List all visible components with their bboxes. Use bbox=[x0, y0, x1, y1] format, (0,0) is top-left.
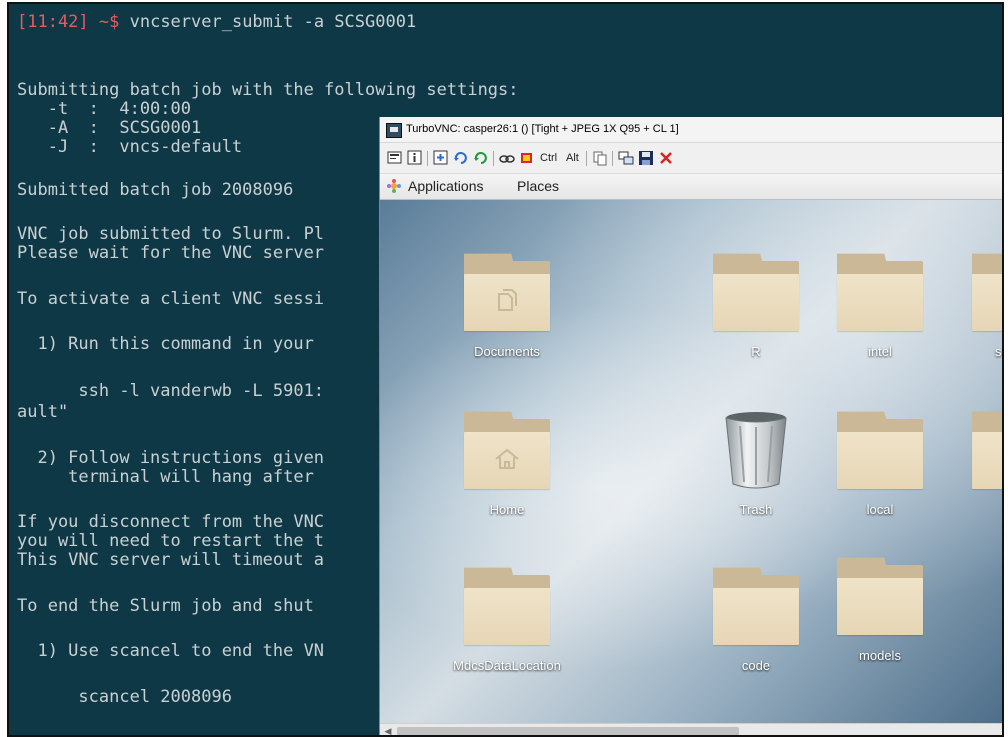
folder-icon bbox=[464, 410, 550, 489]
desktop-icon-label: local bbox=[866, 502, 894, 517]
folder-icon bbox=[713, 566, 799, 645]
folder-icon bbox=[837, 252, 923, 331]
terminal-line: scancel 2008096 bbox=[17, 687, 232, 707]
terminal-line: terminal will hang after bbox=[17, 467, 325, 487]
window-title: TurboVNC: casper26:1 () [Tight + JPEG 1X… bbox=[406, 123, 679, 135]
remote-desktop[interactable]: Documents R intel s Home Trash local Mdc… bbox=[380, 200, 1002, 723]
desktop-icon-mdcsdatalocation[interactable]: MdcsDataLocation bbox=[432, 566, 582, 673]
folder-icon bbox=[837, 410, 923, 489]
terminal-line: ault" bbox=[17, 402, 69, 422]
desktop-icon-label: Documents bbox=[474, 344, 540, 359]
turbovnc-app-icon bbox=[386, 123, 402, 138]
fullscreen-icon[interactable] bbox=[433, 150, 449, 166]
vnc-titlebar[interactable]: TurboVNC: casper26:1 () [Tight + JPEG 1X… bbox=[380, 117, 1002, 143]
screenshot-frame: [11:42] ~$ vncserver_submit -a SCSG0001 … bbox=[7, 2, 1004, 737]
home-emblem-icon bbox=[492, 444, 522, 474]
desktop-icon-models[interactable]: models bbox=[805, 556, 955, 663]
desktop-icon-label: Home bbox=[489, 502, 525, 517]
connection-info-icon[interactable] bbox=[407, 150, 423, 166]
scrollbar-thumb[interactable] bbox=[397, 727, 739, 735]
vnc-viewer-window[interactable]: TurboVNC: casper26:1 () [Tight + JPEG 1X… bbox=[380, 117, 1002, 735]
folder-icon bbox=[972, 252, 1002, 331]
folder-icon bbox=[464, 566, 550, 645]
prompt-cwd: ~$ bbox=[88, 12, 130, 32]
folder-icon bbox=[972, 410, 1002, 489]
save-connection-icon[interactable] bbox=[638, 150, 654, 166]
folder-icon bbox=[713, 252, 799, 331]
documents-emblem-icon bbox=[492, 286, 522, 316]
places-menu[interactable]: Places bbox=[517, 178, 559, 194]
terminal-line: 2) Follow instructions given bbox=[17, 448, 325, 468]
folder-icon bbox=[464, 252, 550, 331]
desktop-icon-home[interactable]: Home bbox=[432, 410, 582, 517]
alt-key-button[interactable]: Alt bbox=[566, 150, 579, 166]
terminal-line: VNC job submitted to Slurm. Pl bbox=[17, 224, 325, 244]
applications-icon bbox=[387, 179, 401, 193]
desktop-icon-s[interactable]: s bbox=[930, 252, 1002, 359]
ctrl-alt-del-icon[interactable] bbox=[499, 150, 515, 166]
terminal-line: -t : 4:00:00 bbox=[17, 99, 191, 119]
terminal-line: This VNC server will timeout a bbox=[17, 550, 325, 570]
prompt-command: vncserver_submit -a SCSG0001 bbox=[129, 12, 417, 32]
applications-menu-label: Applications bbox=[408, 178, 484, 194]
desktop-icon-folder[interactable] bbox=[930, 410, 1002, 502]
toolbar-separator bbox=[612, 151, 613, 166]
folder-icon bbox=[837, 556, 923, 635]
prompt-time: [11:42] bbox=[17, 12, 89, 32]
trash-icon bbox=[713, 410, 799, 489]
toolbar-separator bbox=[586, 151, 587, 166]
terminal-line: ssh -l vanderwb -L 5901: bbox=[17, 381, 325, 401]
desktop-icon-label: models bbox=[859, 648, 901, 663]
vnc-toolbar: Ctrl Alt bbox=[380, 143, 1002, 174]
toolbar-separator bbox=[493, 151, 494, 166]
request-refresh-icon[interactable] bbox=[453, 150, 469, 166]
desktop-icon-label: s bbox=[995, 344, 1002, 359]
lossless-refresh-icon[interactable] bbox=[473, 150, 489, 166]
ctrl-key-button[interactable]: Ctrl bbox=[540, 150, 557, 166]
scroll-left-arrow-icon[interactable]: ◀ bbox=[382, 726, 394, 735]
desktop-icon-documents[interactable]: Documents bbox=[432, 252, 582, 359]
horizontal-scrollbar[interactable]: ◀ bbox=[380, 723, 1002, 735]
terminal-prompt-line: [11:42] ~$ vncserver_submit -a SCSG0001 bbox=[17, 12, 416, 32]
terminal-line: -J : vncs-default bbox=[17, 137, 243, 157]
terminal-line: you will need to restart the t bbox=[17, 531, 325, 551]
terminal-line: Please wait for the VNC server bbox=[17, 243, 325, 263]
desktop-icon-label: MdcsDataLocation bbox=[453, 658, 561, 673]
terminal-line: 1) Run this command in your bbox=[17, 334, 325, 354]
gnome-top-panel: Applications Places bbox=[380, 174, 1002, 200]
new-connection-icon[interactable] bbox=[618, 150, 634, 166]
connection-options-icon[interactable] bbox=[387, 150, 403, 166]
copy-clipboard-icon[interactable] bbox=[592, 150, 608, 166]
terminal-line: 1) Use scancel to end the VN bbox=[17, 641, 325, 661]
terminal-line: Submitted batch job 2008096 bbox=[17, 180, 294, 200]
ctrl-esc-icon[interactable] bbox=[519, 150, 535, 166]
terminal-line: -A : SCSG0001 bbox=[17, 118, 202, 138]
terminal-line: To end the Slurm job and shut bbox=[17, 596, 325, 616]
applications-menu[interactable]: Applications bbox=[386, 178, 484, 194]
toolbar-separator bbox=[427, 151, 428, 166]
terminal-line: To activate a client VNC sessi bbox=[17, 289, 325, 309]
terminal-line: Submitting batch job with the following … bbox=[17, 80, 519, 100]
terminal-line: If you disconnect from the VNC bbox=[17, 512, 325, 532]
close-connection-icon[interactable] bbox=[658, 150, 674, 166]
